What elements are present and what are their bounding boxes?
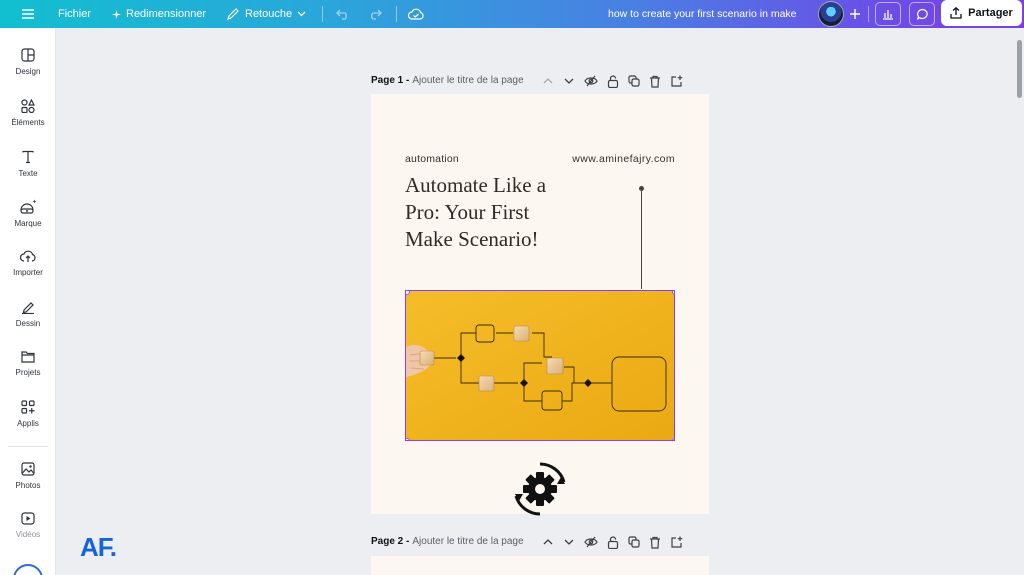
apps-icon xyxy=(21,400,35,414)
redo-button[interactable] xyxy=(368,0,382,28)
hide-eye-icon[interactable] xyxy=(584,536,598,548)
toolbar-divider xyxy=(322,6,323,22)
layout-icon xyxy=(21,48,35,62)
rail-divider xyxy=(8,446,48,447)
page-1-title-input[interactable]: Ajouter le titre de la page xyxy=(412,75,523,86)
video-icon xyxy=(21,512,35,525)
share-label: Partager xyxy=(968,7,1013,19)
comments-button[interactable] xyxy=(909,2,935,26)
lock-icon[interactable] xyxy=(607,74,619,88)
undo-icon xyxy=(336,9,347,20)
redo-icon xyxy=(371,9,382,20)
page-2-toolbar xyxy=(542,535,683,549)
toolbar-divider xyxy=(396,6,397,22)
workflow-diagram-illustration xyxy=(406,291,674,440)
bar-chart-icon xyxy=(883,10,893,20)
duplicate-icon[interactable] xyxy=(628,536,640,548)
vertical-scrollbar[interactable] xyxy=(1017,40,1022,98)
share-upload-icon xyxy=(950,7,962,19)
rail-item-design[interactable]: Design xyxy=(0,48,56,76)
document-title[interactable]: how to create your first scenario in mak… xyxy=(608,0,797,28)
workflow-image[interactable] xyxy=(405,290,675,441)
lock-icon[interactable] xyxy=(607,535,619,549)
text-icon xyxy=(22,150,34,164)
file-menu-button[interactable]: Fichier xyxy=(58,0,91,28)
add-page-icon[interactable] xyxy=(670,536,683,549)
gear-sync-icon[interactable] xyxy=(511,460,569,518)
folder-icon xyxy=(21,351,35,363)
retouch-button[interactable]: Retouche xyxy=(226,0,306,28)
top-toolbar: Fichier Redimensionner Retouche how to c… xyxy=(0,0,1024,28)
page-1-header: Page 1 - Ajouter le titre de la page xyxy=(371,75,524,86)
rail-item-photos[interactable]: Photos xyxy=(0,462,56,490)
trash-icon[interactable] xyxy=(649,536,661,549)
brand-icon xyxy=(20,199,37,214)
page-2-header: Page 2 - Ajouter le titre de la page xyxy=(371,536,524,547)
add-collaborator-button[interactable] xyxy=(850,0,860,28)
page-2-title-input[interactable]: Ajouter le titre de la page xyxy=(412,536,523,547)
share-button[interactable]: Partager xyxy=(941,0,1022,26)
user-avatar[interactable] xyxy=(818,1,844,27)
shapes-icon xyxy=(21,99,35,113)
trash-icon[interactable] xyxy=(649,75,661,88)
insights-button[interactable] xyxy=(875,2,901,26)
retouch-label: Retouche xyxy=(245,8,293,20)
hamburger-menu-button[interactable] xyxy=(22,0,34,28)
pencil-icon xyxy=(227,8,239,20)
image-icon xyxy=(21,462,35,476)
design-tag-text[interactable]: automation xyxy=(405,153,459,165)
design-page-2[interactable] xyxy=(371,556,709,575)
rail-item-brand[interactable]: Marque xyxy=(0,199,56,228)
rail-item-videos[interactable]: Vidéos xyxy=(0,512,56,539)
resize-button[interactable]: Redimensionner xyxy=(112,0,206,28)
plus-icon xyxy=(850,9,860,19)
rail-item-draw[interactable]: Dessin xyxy=(0,300,56,328)
hide-eye-icon[interactable] xyxy=(584,75,598,87)
pen-icon xyxy=(22,302,34,314)
hamburger-icon xyxy=(22,9,34,19)
left-sidebar: Design Éléments Texte Marque Importer De… xyxy=(0,28,56,575)
duplicate-icon[interactable] xyxy=(628,75,640,87)
page-1-label: Page 1 - xyxy=(371,75,410,86)
rail-item-projects[interactable]: Projets xyxy=(0,350,56,377)
chevron-down-icon xyxy=(297,11,306,17)
rail-profile-button[interactable] xyxy=(13,564,43,575)
undo-button[interactable] xyxy=(336,0,350,28)
page-1-toolbar xyxy=(542,74,683,88)
af-watermark-logo: AF. xyxy=(80,532,117,562)
design-heading[interactable]: Automate Like a Pro: Your First Make Sce… xyxy=(405,172,625,253)
file-menu-label: Fichier xyxy=(58,8,92,20)
sparkle-icon xyxy=(112,9,121,19)
vertical-rule-decoration[interactable] xyxy=(639,186,644,289)
rail-item-text[interactable]: Texte xyxy=(0,150,56,178)
cloud-upload-icon xyxy=(20,250,36,262)
design-page-1[interactable]: automation www.aminefajry.com Automate L… xyxy=(371,94,709,516)
chevron-down-icon[interactable] xyxy=(563,75,575,87)
toolbar-divider xyxy=(868,6,869,22)
chevron-up-icon[interactable] xyxy=(542,75,554,87)
cloud-check-icon xyxy=(408,8,424,20)
design-url-text[interactable]: www.aminefajry.com xyxy=(572,153,675,165)
rail-item-upload[interactable]: Importer xyxy=(0,249,56,277)
comment-icon xyxy=(916,8,928,20)
chevron-down-icon[interactable] xyxy=(563,536,575,548)
resize-label: Redimensionner xyxy=(126,8,207,20)
page-2-label: Page 2 - xyxy=(371,536,410,547)
add-page-icon[interactable] xyxy=(670,75,683,88)
cloud-save-status[interactable] xyxy=(408,0,424,28)
rail-item-apps[interactable]: Applis xyxy=(0,400,56,428)
chevron-up-icon[interactable] xyxy=(542,536,554,548)
rail-item-elements[interactable]: Éléments xyxy=(0,99,56,127)
